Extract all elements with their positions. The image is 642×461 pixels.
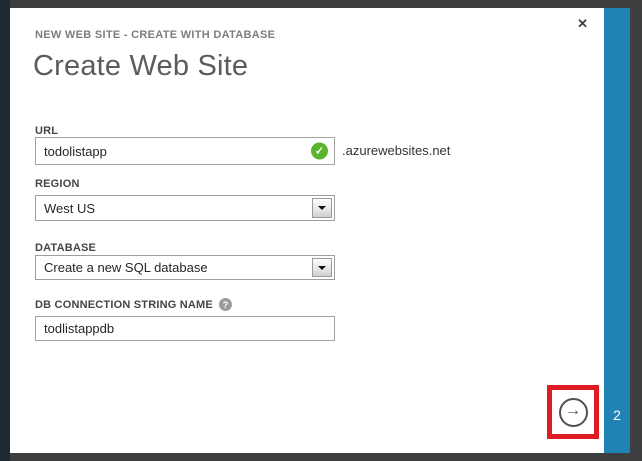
chevron-down-icon bbox=[318, 265, 326, 270]
db-connection-label: DB CONNECTION STRING NAME bbox=[35, 298, 213, 311]
database-selected-value: Create a new SQL database bbox=[44, 260, 208, 275]
db-connection-label-row: DB CONNECTION STRING NAME ? bbox=[35, 298, 232, 311]
help-icon[interactable]: ? bbox=[218, 298, 232, 311]
url-label: URL bbox=[35, 125, 59, 137]
red-highlight-annotation: → bbox=[547, 385, 599, 439]
region-dropdown[interactable]: West US bbox=[35, 195, 335, 221]
database-dropdown[interactable]: Create a new SQL database bbox=[35, 255, 335, 280]
url-input[interactable] bbox=[36, 138, 334, 164]
region-dropdown-button[interactable] bbox=[312, 198, 332, 218]
create-web-site-dialog: NEW WEB SITE - CREATE WITH DATABASE Crea… bbox=[10, 8, 604, 453]
db-connection-input[interactable] bbox=[36, 317, 334, 340]
url-field-wrapper: ✓ bbox=[35, 137, 335, 165]
url-suffix: .azurewebsites.net bbox=[342, 143, 451, 158]
region-label: REGION bbox=[35, 178, 80, 190]
breadcrumb: NEW WEB SITE - CREATE WITH DATABASE bbox=[35, 29, 276, 41]
close-icon[interactable]: ✕ bbox=[577, 16, 588, 32]
backdrop-left-strip bbox=[0, 0, 10, 461]
wizard-step-rail: 2 bbox=[604, 8, 630, 453]
database-dropdown-button[interactable] bbox=[312, 258, 332, 277]
valid-check-icon: ✓ bbox=[311, 142, 328, 160]
chevron-down-icon bbox=[318, 206, 326, 210]
step-indicator: 2 bbox=[613, 407, 621, 423]
region-selected-value: West US bbox=[44, 200, 96, 216]
db-connection-field-wrapper bbox=[35, 316, 335, 341]
next-button[interactable]: → bbox=[558, 397, 588, 427]
page-title: Create Web Site bbox=[33, 50, 249, 82]
arrow-right-icon: → bbox=[565, 402, 581, 419]
database-label: DATABASE bbox=[35, 242, 97, 254]
